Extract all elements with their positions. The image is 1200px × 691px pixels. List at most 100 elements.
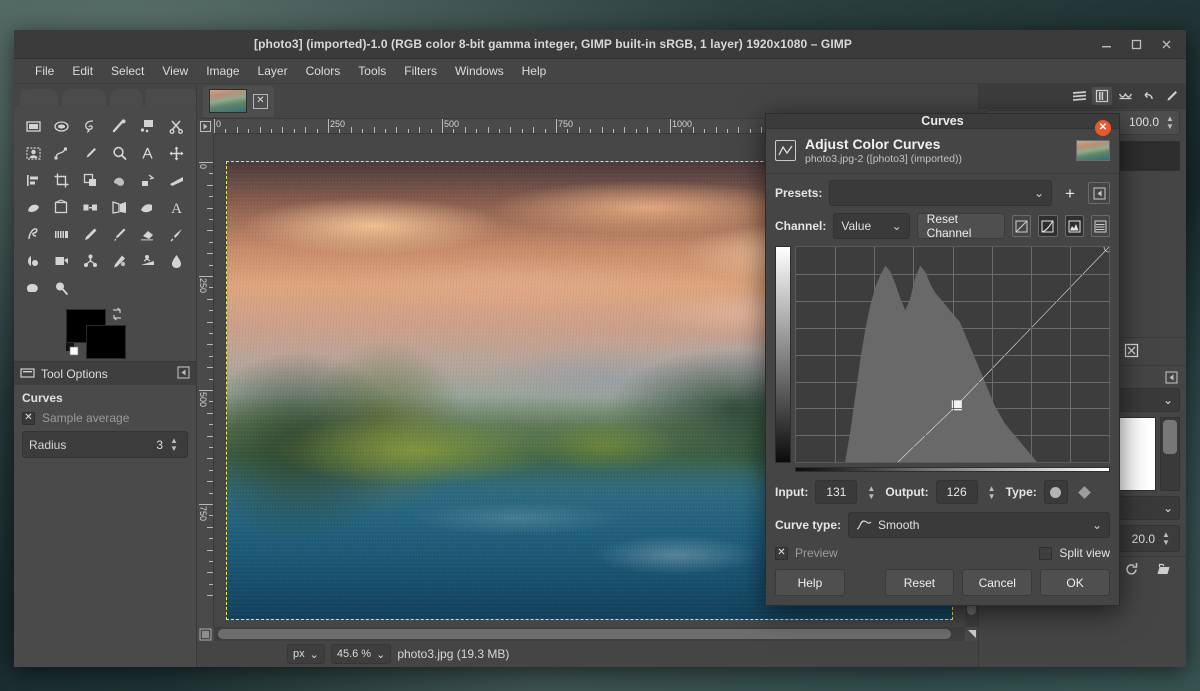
maximize-icon[interactable] <box>1122 33 1150 55</box>
crop-icon[interactable] <box>49 168 76 193</box>
mypaint-brush-icon[interactable] <box>49 249 76 274</box>
rectangle-select-icon[interactable] <box>20 114 47 139</box>
zoom-icon[interactable] <box>106 141 133 166</box>
help-button[interactable]: Help <box>775 569 845 596</box>
color-picker-icon[interactable] <box>77 141 104 166</box>
undo-history-icon[interactable] <box>1138 87 1158 105</box>
ok-button[interactable]: OK <box>1040 569 1110 596</box>
reset-channel-button[interactable]: Reset Channel <box>917 213 1005 239</box>
smudge-icon[interactable] <box>20 276 47 301</box>
unified-transform-icon[interactable] <box>77 195 104 220</box>
select-by-color-icon[interactable] <box>135 114 162 139</box>
delete-layer-icon[interactable] <box>1124 343 1139 361</box>
cage-transform-icon[interactable] <box>49 195 76 220</box>
dock-tab-ghost-1[interactable] <box>20 89 58 106</box>
sample-average-checkbox[interactable]: ✕ <box>22 412 35 425</box>
menu-layer[interactable]: Layer <box>249 61 297 81</box>
heal-icon[interactable] <box>106 249 133 274</box>
tool-options-menu-icon[interactable] <box>177 366 190 382</box>
free-select-icon[interactable] <box>77 114 104 139</box>
brushes-icon[interactable] <box>1161 87 1181 105</box>
close-icon[interactable]: ✕ <box>253 94 268 109</box>
perspective-icon[interactable] <box>163 168 190 193</box>
minimize-icon[interactable] <box>1092 33 1120 55</box>
pencil-icon[interactable] <box>77 222 104 247</box>
navigation-button[interactable] <box>965 627 978 641</box>
curve-type-combo[interactable]: Smooth ⌄ <box>848 512 1110 538</box>
blur-sharpen-icon[interactable] <box>163 249 190 274</box>
fuzzy-select-icon[interactable] <box>106 114 133 139</box>
gradient-icon[interactable] <box>20 222 47 247</box>
reset-colors-icon[interactable] <box>66 343 80 360</box>
curve-graph[interactable] <box>795 246 1110 463</box>
image-tab-photo3[interactable]: ✕ <box>203 86 274 117</box>
output-value-field[interactable]: 126 <box>936 480 978 504</box>
ellipse-select-icon[interactable] <box>49 114 76 139</box>
text-icon[interactable]: A <box>163 195 190 220</box>
opacity-stepper[interactable]: ▲▼ <box>1163 115 1177 130</box>
curves-dialog-titlebar[interactable]: Curves ✕ <box>766 114 1119 129</box>
menu-select[interactable]: Select <box>102 61 153 81</box>
dock-tab-ghost-2[interactable] <box>62 89 106 106</box>
presets-combo[interactable]: ⌄ <box>829 180 1052 206</box>
split-view-checkbox[interactable] <box>1039 547 1052 560</box>
preview-checkbox[interactable]: ✕ <box>775 547 788 560</box>
menu-icon[interactable] <box>1069 87 1089 105</box>
ruler-origin-button[interactable] <box>197 119 214 134</box>
channel-combo[interactable]: Value ⌄ <box>833 213 909 239</box>
vertical-ruler[interactable]: 0250500750 <box>197 134 214 627</box>
radius-slider[interactable]: Radius 3 ▲▼ <box>22 431 188 458</box>
menu-filters[interactable]: Filters <box>395 61 446 81</box>
background-color-swatch[interactable] <box>86 325 126 359</box>
window-titlebar[interactable]: [photo3] (imported)-1.0 (RGB color 8-bit… <box>14 30 1186 59</box>
unit-selector[interactable]: px ⌄ <box>287 644 325 664</box>
histogram-logarithmic-icon[interactable] <box>1091 215 1110 237</box>
curve-free-icon[interactable] <box>1038 215 1057 237</box>
alignment-icon[interactable] <box>20 168 47 193</box>
layers-icon[interactable] <box>1092 87 1112 105</box>
transform-icon[interactable] <box>77 168 104 193</box>
ink-icon[interactable] <box>163 222 190 247</box>
dodge-burn-icon[interactable] <box>49 276 76 301</box>
quickmask-toggle[interactable] <box>197 627 214 641</box>
swap-colors-icon[interactable] <box>110 307 124 324</box>
menu-windows[interactable]: Windows <box>446 61 513 81</box>
reset-button[interactable]: Reset <box>885 569 955 596</box>
scrollbar-thumb[interactable] <box>1163 420 1177 454</box>
corner-point-icon[interactable] <box>1075 480 1095 504</box>
menu-tools[interactable]: Tools <box>349 61 395 81</box>
menu-help[interactable]: Help <box>513 61 556 81</box>
input-stepper[interactable]: ▲▼ <box>864 485 878 500</box>
dock-tab-ghost-4[interactable] <box>146 89 196 106</box>
foreground-select-icon[interactable] <box>20 141 47 166</box>
menu-image[interactable]: Image <box>197 61 248 81</box>
open-brush-icon[interactable] <box>1156 562 1171 580</box>
clone-icon[interactable] <box>77 249 104 274</box>
menu-edit[interactable]: Edit <box>63 61 102 81</box>
perspective-clone-icon[interactable] <box>135 249 162 274</box>
pattern-stamp-icon[interactable] <box>49 222 76 247</box>
cancel-button[interactable]: Cancel <box>962 569 1032 596</box>
histogram-linear-icon[interactable] <box>1065 215 1084 237</box>
scrollbar-thumb-horizontal[interactable] <box>218 629 951 639</box>
menu-file[interactable]: File <box>26 61 63 81</box>
preview-toggle[interactable]: ✕ Preview <box>775 546 838 560</box>
zoom-selector[interactable]: 45.6 % ⌄ <box>331 644 391 664</box>
curve-linear-icon[interactable] <box>1012 215 1031 237</box>
channels-icon[interactable] <box>1115 87 1135 105</box>
canvas-horizontal-scrollbar[interactable] <box>214 627 965 641</box>
warp-icon[interactable] <box>106 168 133 193</box>
output-stepper[interactable]: ▲▼ <box>985 485 999 500</box>
curves-dialog[interactable]: Curves ✕ Adjust Color Curves photo3.jpg-… <box>765 113 1120 606</box>
refresh-brushes-icon[interactable] <box>1124 562 1139 580</box>
handle-transform-icon[interactable] <box>20 195 47 220</box>
plus-icon[interactable]: + <box>1059 182 1081 204</box>
paths-icon[interactable] <box>49 141 76 166</box>
close-icon[interactable]: ✕ <box>1095 120 1111 136</box>
shear-icon[interactable] <box>135 168 162 193</box>
radius-stepper[interactable]: ▲▼ <box>167 437 181 452</box>
move-icon[interactable] <box>163 141 190 166</box>
flip-icon[interactable] <box>106 195 133 220</box>
sample-average-row[interactable]: ✕ Sample average <box>22 411 188 425</box>
close-icon[interactable] <box>1152 33 1180 55</box>
